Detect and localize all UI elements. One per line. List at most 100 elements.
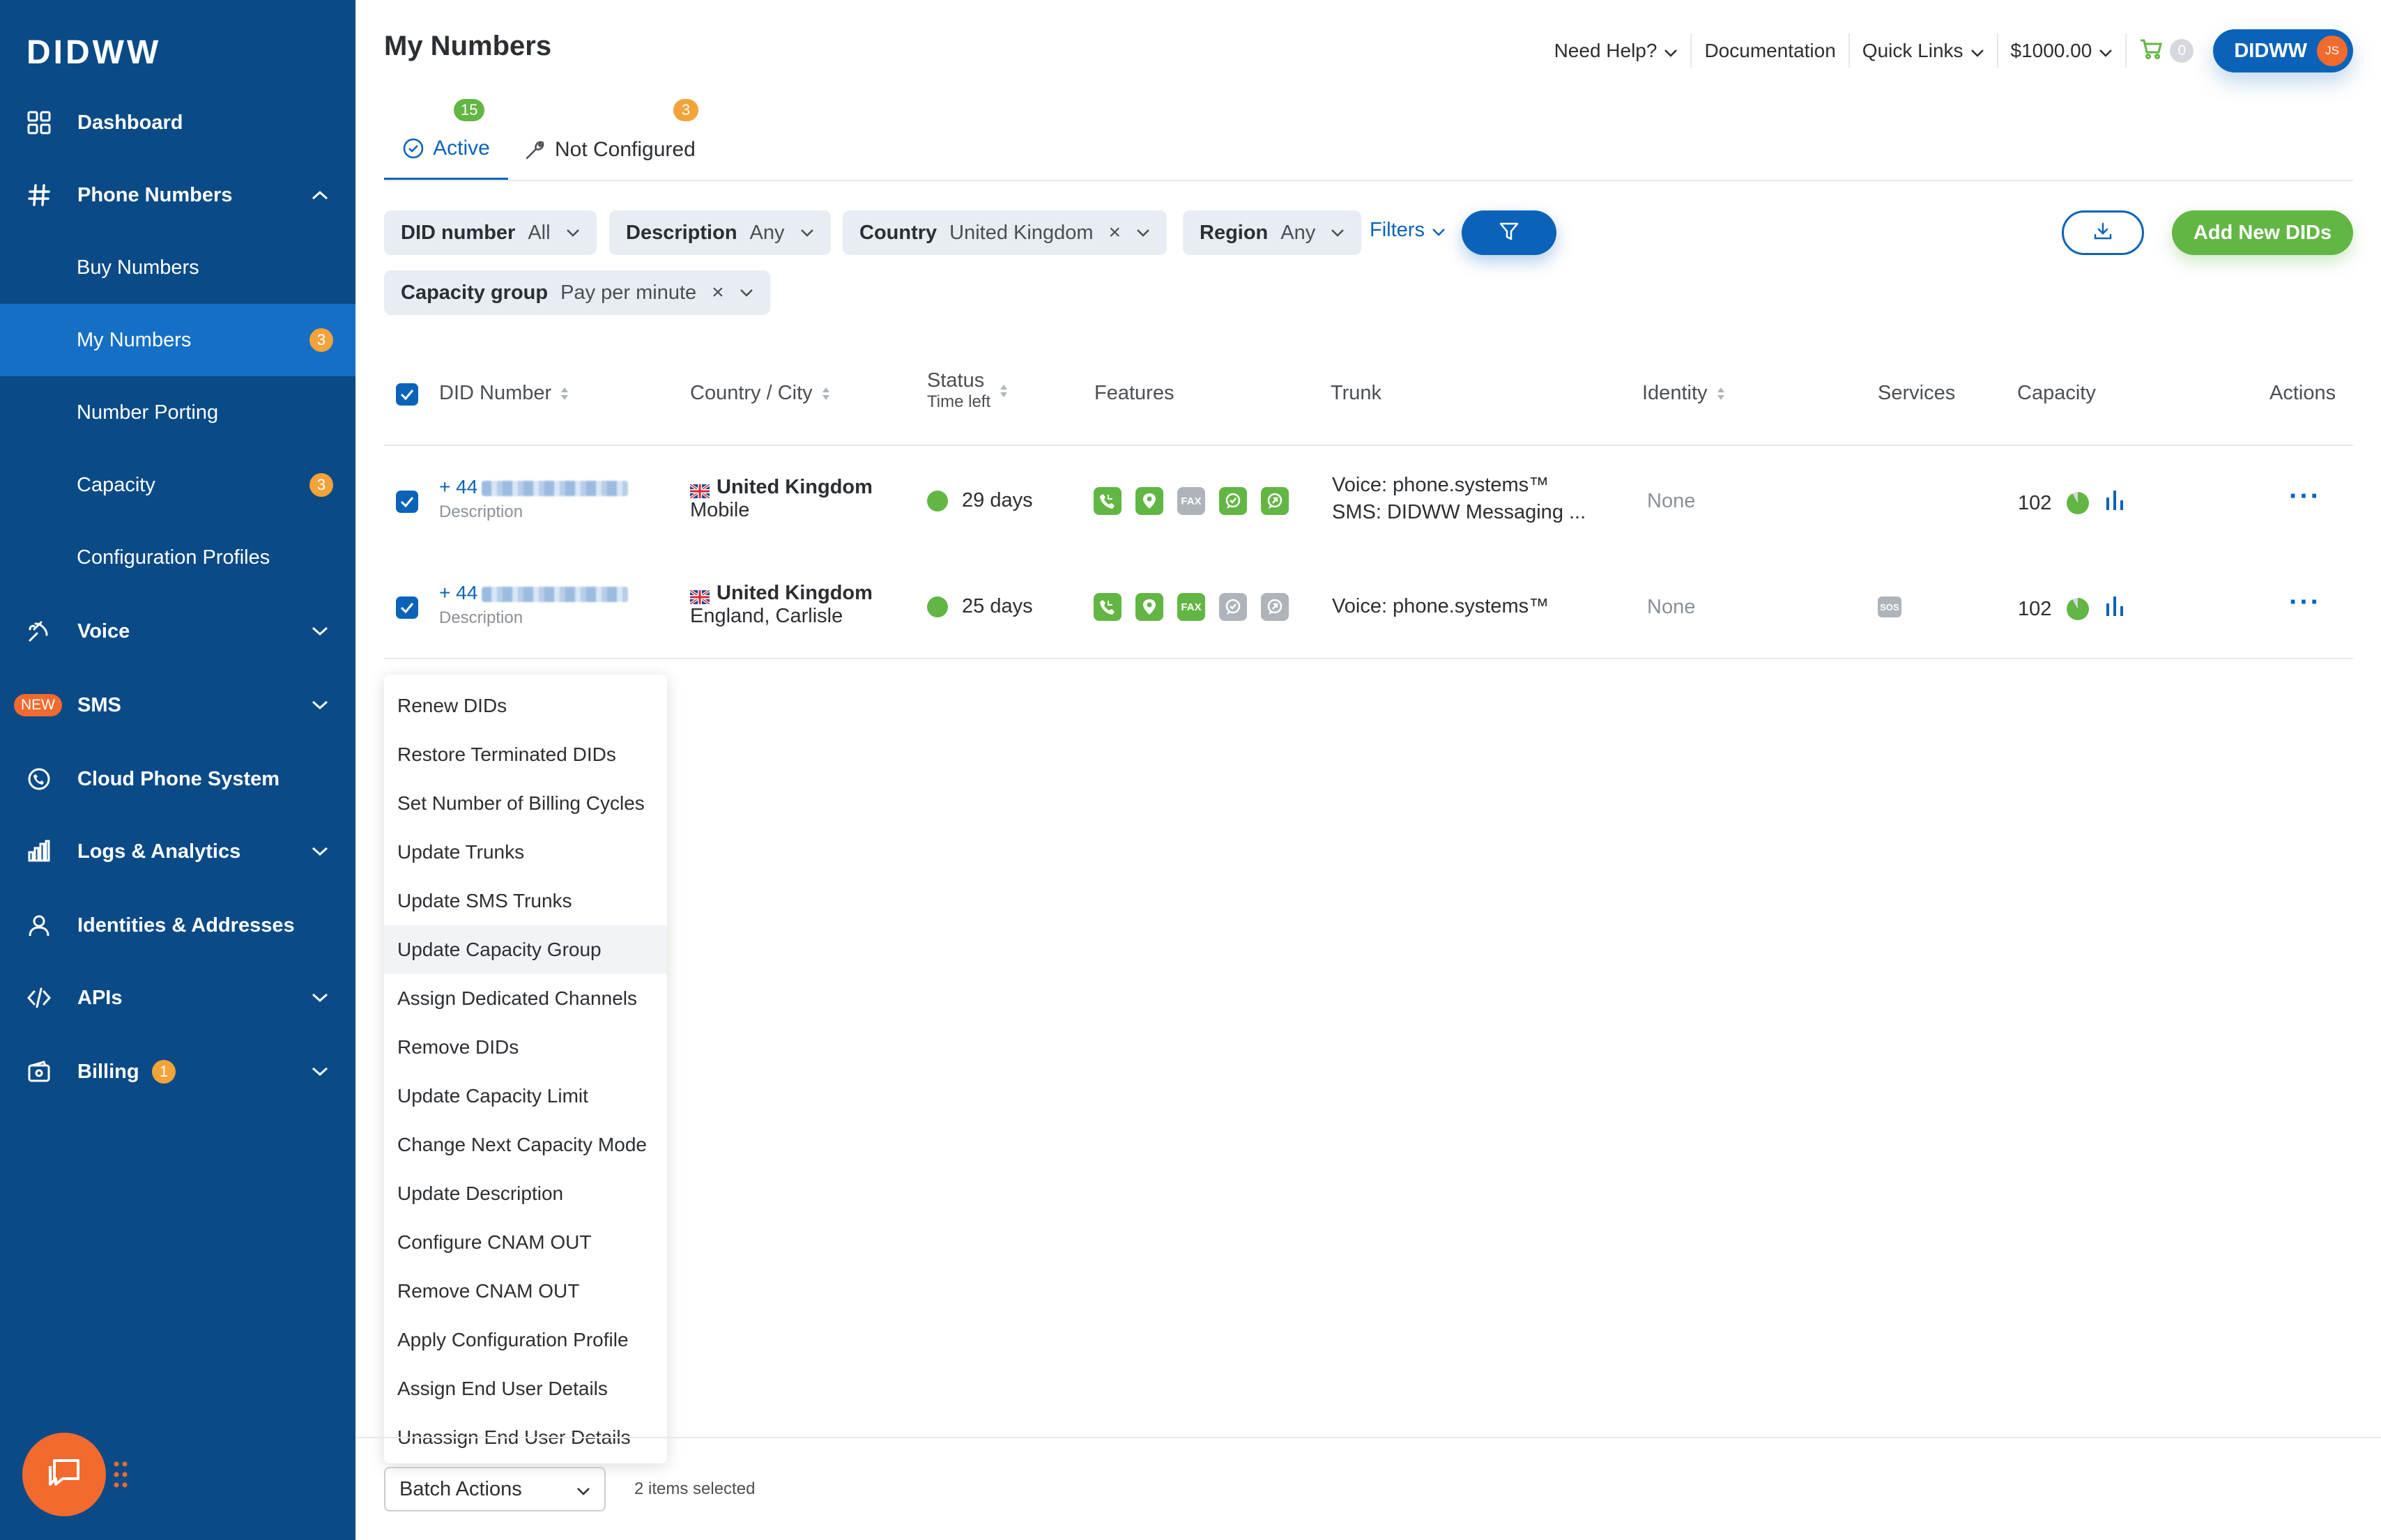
filter-capacity-group[interactable]: Capacity group Pay per minute × [384, 270, 770, 315]
batch-menu-item[interactable]: Assign End User Details [384, 1364, 667, 1413]
need-help-menu[interactable]: Need Help? [1542, 33, 1691, 68]
clear-icon[interactable]: × [1109, 221, 1121, 245]
chevron-down-icon [2099, 40, 2113, 62]
filter-description[interactable]: Description Any [609, 210, 831, 255]
location-feature-icon [1135, 593, 1163, 621]
column-identity[interactable]: Identity [1642, 382, 1726, 405]
tab-count-badge: 15 [454, 99, 485, 121]
filter-region[interactable]: Region Any [1183, 210, 1362, 255]
nav-identities-addresses[interactable]: Identities & Addresses [0, 889, 355, 962]
sub-item-label: Number Porting [77, 401, 219, 424]
filter-value: All [528, 221, 551, 244]
batch-menu-item[interactable]: Change Next Capacity Mode [384, 1121, 667, 1169]
count-badge: 3 [309, 473, 333, 497]
batch-menu-item[interactable]: Assign Dedicated Channels [384, 974, 667, 1023]
sub-item-my-numbers[interactable]: My Numbers 3 [0, 304, 355, 376]
download-button[interactable] [2062, 210, 2144, 255]
batch-menu-item[interactable]: Update SMS Trunks [384, 877, 667, 925]
nav-apis[interactable]: APIs [0, 962, 355, 1034]
row-checkbox[interactable] [396, 491, 418, 513]
column-services: Services [1878, 382, 1955, 405]
chevron-up-icon [309, 185, 330, 206]
filter-did-number[interactable]: DID number All [384, 210, 597, 255]
batch-menu-item[interactable]: Restore Terminated DIDs [384, 730, 667, 779]
batch-menu-item[interactable]: Configure CNAM OUT [384, 1218, 667, 1267]
batch-menu-item[interactable]: Update Trunks [384, 828, 667, 877]
sort-icon [821, 385, 831, 402]
row-actions-button[interactable]: ··· [2289, 481, 2321, 512]
country-cell: United Kingdom Mobile [689, 476, 873, 522]
sub-item-number-porting[interactable]: Number Porting [0, 376, 355, 449]
batch-menu-item[interactable]: Set Number of Billing Cycles [384, 779, 667, 828]
documentation-link[interactable]: Documentation [1690, 33, 1848, 68]
column-did-number[interactable]: DID Number [439, 382, 569, 405]
filter-country[interactable]: Country United Kingdom × [843, 210, 1167, 255]
nav-dashboard[interactable]: Dashboard [0, 86, 355, 159]
capacity-chart-icon[interactable] [2104, 595, 2125, 623]
cart-button[interactable]: 0 [2125, 33, 2213, 68]
nav-voice[interactable]: Voice [0, 595, 355, 668]
header-divider [384, 445, 2353, 446]
batch-menu-item[interactable]: Remove DIDs [384, 1023, 667, 1072]
nav-label: Dashboard [77, 111, 183, 134]
chevron-down-icon [1331, 229, 1345, 237]
row-checkbox[interactable] [396, 596, 418, 619]
batch-menu-item[interactable]: Update Capacity Limit [384, 1072, 667, 1121]
user-icon [25, 911, 53, 939]
capacity-chart-icon[interactable] [2104, 489, 2125, 517]
row-actions-button[interactable]: ··· [2289, 587, 2321, 618]
batch-menu-item[interactable]: Update Capacity Group [384, 925, 667, 974]
quick-links-menu[interactable]: Quick Links [1848, 33, 1997, 68]
nav-sms[interactable]: NEW SMS [0, 669, 355, 741]
add-new-dids-button[interactable]: Add New DIDs [2172, 210, 2353, 255]
country-name: United Kingdom [717, 582, 873, 604]
did-description[interactable]: Description [439, 608, 628, 628]
nav-cloud-phone-system[interactable]: Cloud Phone System [0, 743, 355, 815]
account-button[interactable]: DIDWW JS [2213, 29, 2353, 72]
tab-not-configured[interactable]: 3 Not Configured [524, 99, 698, 181]
chat-button[interactable] [22, 1433, 106, 1516]
nav-logs-analytics[interactable]: Logs & Analytics [0, 815, 355, 888]
column-status[interactable]: Status Time left [927, 369, 1009, 412]
sub-item-capacity[interactable]: Capacity 3 [0, 449, 355, 521]
column-sublabel: Time left [927, 392, 991, 411]
did-number-link[interactable]: + 44 [439, 582, 629, 604]
sub-item-configuration-profiles[interactable]: Configuration Profiles [0, 521, 355, 594]
drag-handle-icon[interactable] [113, 1461, 130, 1488]
didww-logo[interactable]: DIDWW [26, 33, 161, 72]
sub-item-label: My Numbers [77, 328, 192, 351]
nav-billing[interactable]: Billing 1 [0, 1035, 355, 1108]
nav-phone-numbers[interactable]: Phone Numbers [0, 159, 355, 231]
clear-icon[interactable]: × [712, 281, 724, 305]
tab-active[interactable]: 15 Active [384, 99, 508, 181]
select-all-checkbox[interactable] [396, 383, 418, 406]
top-links: Need Help? Documentation Quick Links $10… [1542, 29, 2353, 72]
batch-actions-select[interactable]: Batch Actions [384, 1467, 606, 1511]
batch-menu-item[interactable]: Update Description [384, 1169, 667, 1218]
cart-count: 0 [2170, 39, 2194, 63]
did-cell[interactable]: + 44 Description [439, 476, 629, 522]
sms-feature-icon [1219, 487, 1247, 515]
column-country-city[interactable]: Country / City [690, 382, 831, 405]
batch-menu-item[interactable]: Remove CNAM OUT [384, 1267, 667, 1316]
did-number-link[interactable]: + 44 [439, 476, 629, 498]
batch-menu-item[interactable]: Apply Configuration Profile [384, 1316, 667, 1364]
bar-chart-icon [25, 838, 53, 865]
filters-link[interactable]: Filters [1370, 219, 1446, 242]
tab-count-badge: 3 [673, 99, 698, 121]
tab-label: Active [433, 136, 490, 160]
chevron-down-icon [309, 621, 330, 642]
sub-item-label: Configuration Profiles [77, 546, 270, 569]
status-active-dot [927, 490, 948, 511]
did-description[interactable]: Description [439, 502, 628, 522]
did-cell[interactable]: + 44 Description [439, 582, 629, 628]
apply-filter-button[interactable] [1462, 210, 1556, 255]
identity-cell: None [1647, 596, 1696, 618]
balance-menu[interactable]: $1000.00 [1996, 33, 2126, 68]
redacted-number [482, 586, 629, 602]
footer-divider [355, 1437, 2381, 1438]
identity-cell: None [1647, 490, 1696, 512]
voice-trunk: Voice: phone.systems™ [1332, 474, 1549, 496]
sub-item-buy-numbers[interactable]: Buy Numbers [0, 231, 355, 304]
batch-menu-item[interactable]: Renew DIDs [384, 682, 667, 730]
